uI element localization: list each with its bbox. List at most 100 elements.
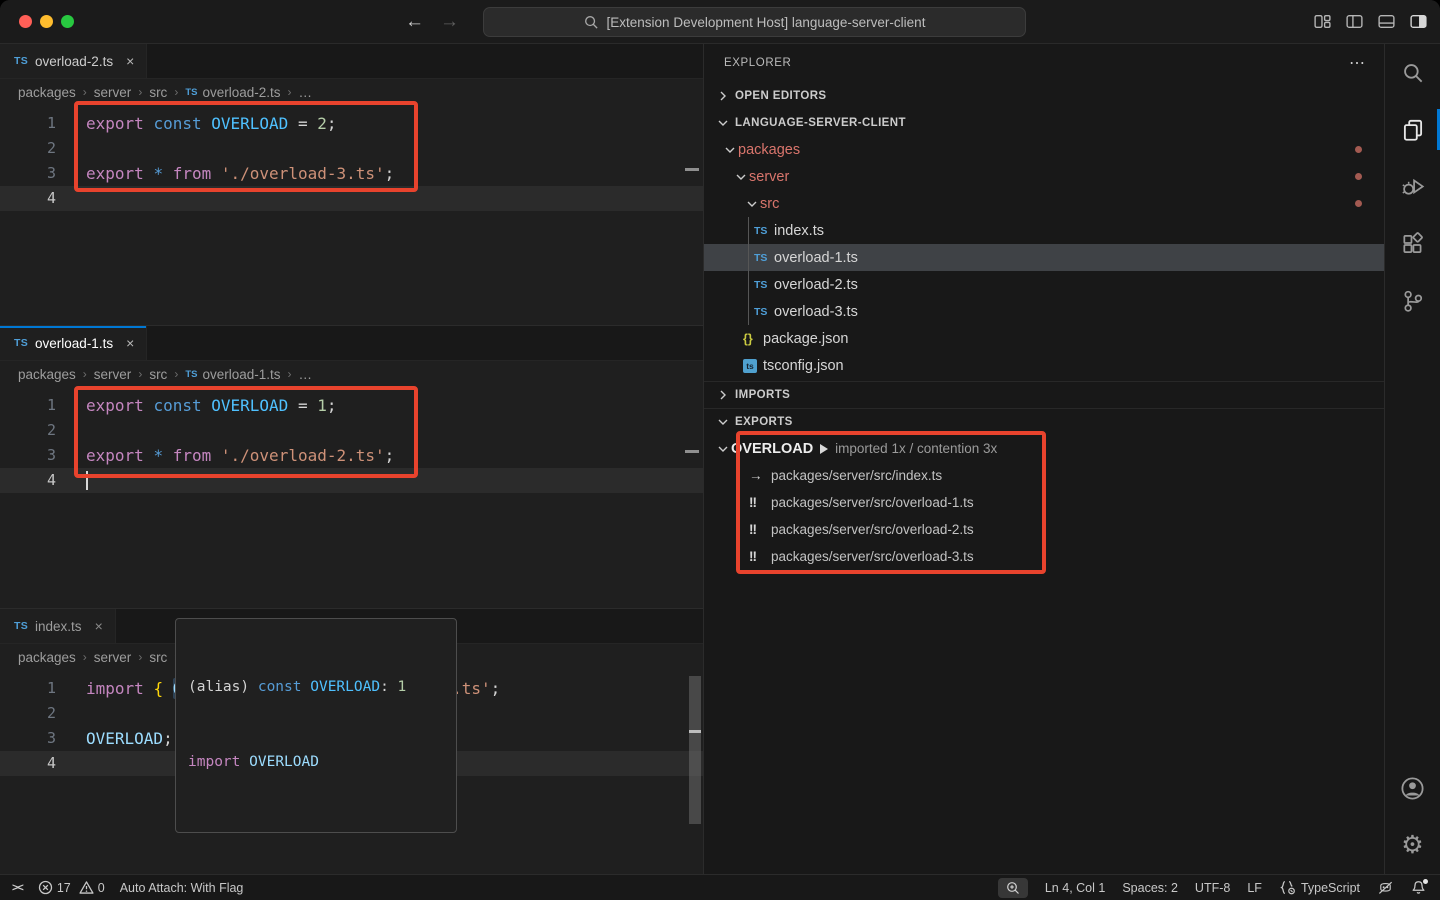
close-window-button[interactable] [19,15,32,28]
annotation-rectangle [74,386,418,478]
command-center-search[interactable]: [Extension Development Host] language-se… [483,7,1026,37]
editor-scrollbar[interactable] [689,676,701,824]
breadcrumb-item[interactable]: src [149,367,167,382]
breadcrumb-separator-icon: › [174,85,178,99]
tab-bar[interactable]: TS overload-2.ts × [0,44,703,79]
typescript-file-icon: TS [185,87,197,98]
tab-index[interactable]: TS index.ts × [0,609,116,643]
breadcrumb-item[interactable]: server [94,650,132,665]
tree-item[interactable]: ts tsconfig.json [704,352,1384,379]
tab-bar[interactable]: TS overload-1.ts × [0,326,703,361]
debug-icon [1400,174,1426,200]
tree-item-label: packages [738,142,800,158]
tree-item[interactable]: TSindex.ts [704,217,1384,244]
customize-layout-icon[interactable] [1313,12,1332,31]
editor-group-bottom: TS index.ts × packages›server›src›TSinde… [0,608,703,874]
tree-item-label: tsconfig.json [763,358,844,374]
copilot-disabled-icon [1377,880,1394,896]
zoom-status-button[interactable] [998,878,1028,898]
line-number: 1 [0,393,56,418]
breadcrumb-item[interactable]: TSoverload-1.ts [185,367,280,382]
tab-overload-2[interactable]: TS overload-2.ts × [0,44,147,78]
indentation-status[interactable]: Spaces: 2 [1122,881,1178,895]
remote-indicator[interactable]: >< [12,882,23,894]
annotation-rectangle [736,431,1046,574]
status-bar: >< 17 0 Auto Attach: With Flag Ln 4, Col… [0,874,1440,900]
line-number: 2 [0,701,56,726]
tree-item[interactable]: TSoverload-1.ts [704,244,1384,271]
activity-run-debug[interactable] [1385,158,1440,215]
activity-extensions[interactable] [1385,215,1440,272]
search-icon [584,15,599,30]
tab-overload-1[interactable]: TS overload-1.ts × [0,326,147,360]
error-icon [38,880,53,895]
breadcrumb-item[interactable]: src [149,85,167,100]
breadcrumb-item[interactable]: server [94,85,132,100]
toggle-secondary-sidebar-icon[interactable] [1409,12,1428,31]
tree-item-label: index.ts [774,223,824,239]
activity-search[interactable] [1385,44,1440,101]
auto-attach-status[interactable]: Auto Attach: With Flag [120,881,244,895]
git-branch-icon [1400,288,1426,314]
warning-icon [79,880,94,895]
activity-source-control[interactable] [1385,272,1440,329]
error-dot-badge [1355,200,1362,207]
section-open-editors[interactable]: OPEN EDITORS [704,82,1384,109]
account-button[interactable] [1385,760,1440,817]
language-status[interactable]: TypeScript [1279,880,1360,895]
activity-bar: ⚙ [1384,44,1440,874]
eol-status[interactable]: LF [1247,881,1262,895]
breadcrumb[interactable]: packages›server›src›TSoverload-1.ts›… [0,361,703,387]
breadcrumb-item[interactable]: … [299,367,313,382]
encoding-status[interactable]: UTF-8 [1195,881,1230,895]
breadcrumb-item[interactable]: server [94,367,132,382]
breadcrumb-item[interactable]: packages [18,367,76,382]
section-imports[interactable]: IMPORTS [704,381,1384,408]
settings-button[interactable]: ⚙ [1385,817,1440,874]
search-icon [1400,60,1426,86]
tree-item[interactable]: server [704,163,1384,190]
breadcrumb-item[interactable]: packages [18,85,76,100]
hover-tooltip: (alias) const OVERLOAD: 1 import OVERLOA… [175,618,457,833]
tree-item[interactable]: src [704,190,1384,217]
breadcrumb-separator-icon: › [138,85,142,99]
section-workspace-root[interactable]: LANGUAGE-SERVER-CLIENT [704,109,1384,136]
breadcrumb-separator-icon: › [288,85,292,99]
problems-status[interactable]: 17 0 [38,880,105,895]
overview-ruler-mark [685,450,699,453]
editor-area: TS overload-2.ts × packages›server›src›T… [0,44,704,874]
breadcrumb-item[interactable]: packages [18,650,76,665]
minimize-window-button[interactable] [40,15,53,28]
toggle-primary-sidebar-icon[interactable] [1345,12,1364,31]
tsconfig-file-icon: ts [743,359,757,373]
line-number: 3 [0,161,56,186]
tree-item[interactable]: TSoverload-3.ts [704,298,1384,325]
activity-explorer[interactable] [1385,101,1440,158]
remote-icon: >< [12,882,23,894]
tree-item-label: overload-2.ts [774,277,858,293]
notifications-button[interactable] [1411,880,1426,895]
tree-item[interactable]: TSoverload-2.ts [704,271,1384,298]
tree-item[interactable]: packages [704,136,1384,163]
navigate-forward-button[interactable]: → [440,11,459,33]
typescript-file-icon: TS [754,306,774,318]
typescript-file-icon: TS [14,620,28,632]
more-actions-icon[interactable]: ⋯ [1349,53,1366,73]
close-tab-icon[interactable]: × [95,618,103,634]
error-count: 17 [57,881,71,895]
zoom-window-button[interactable] [61,15,74,28]
copilot-status[interactable] [1377,880,1394,896]
title-bar: ← → [Extension Development Host] languag… [0,0,1440,44]
editor-group-middle: TS overload-1.ts × packages›server›src›T… [0,325,703,608]
close-tab-icon[interactable]: × [126,53,134,69]
close-tab-icon[interactable]: × [126,335,134,351]
breadcrumb-item[interactable]: … [299,85,313,100]
typescript-file-icon: TS [14,55,28,67]
navigate-back-button[interactable]: ← [405,11,424,33]
typescript-file-icon: TS [754,252,774,264]
toggle-panel-icon[interactable] [1377,12,1396,31]
tree-item[interactable]: {}package.json [704,325,1384,352]
cursor-position-status[interactable]: Ln 4, Col 1 [1045,881,1105,895]
breadcrumb-item[interactable]: src [149,650,167,665]
breadcrumb-item[interactable]: TSoverload-2.ts [185,85,280,100]
